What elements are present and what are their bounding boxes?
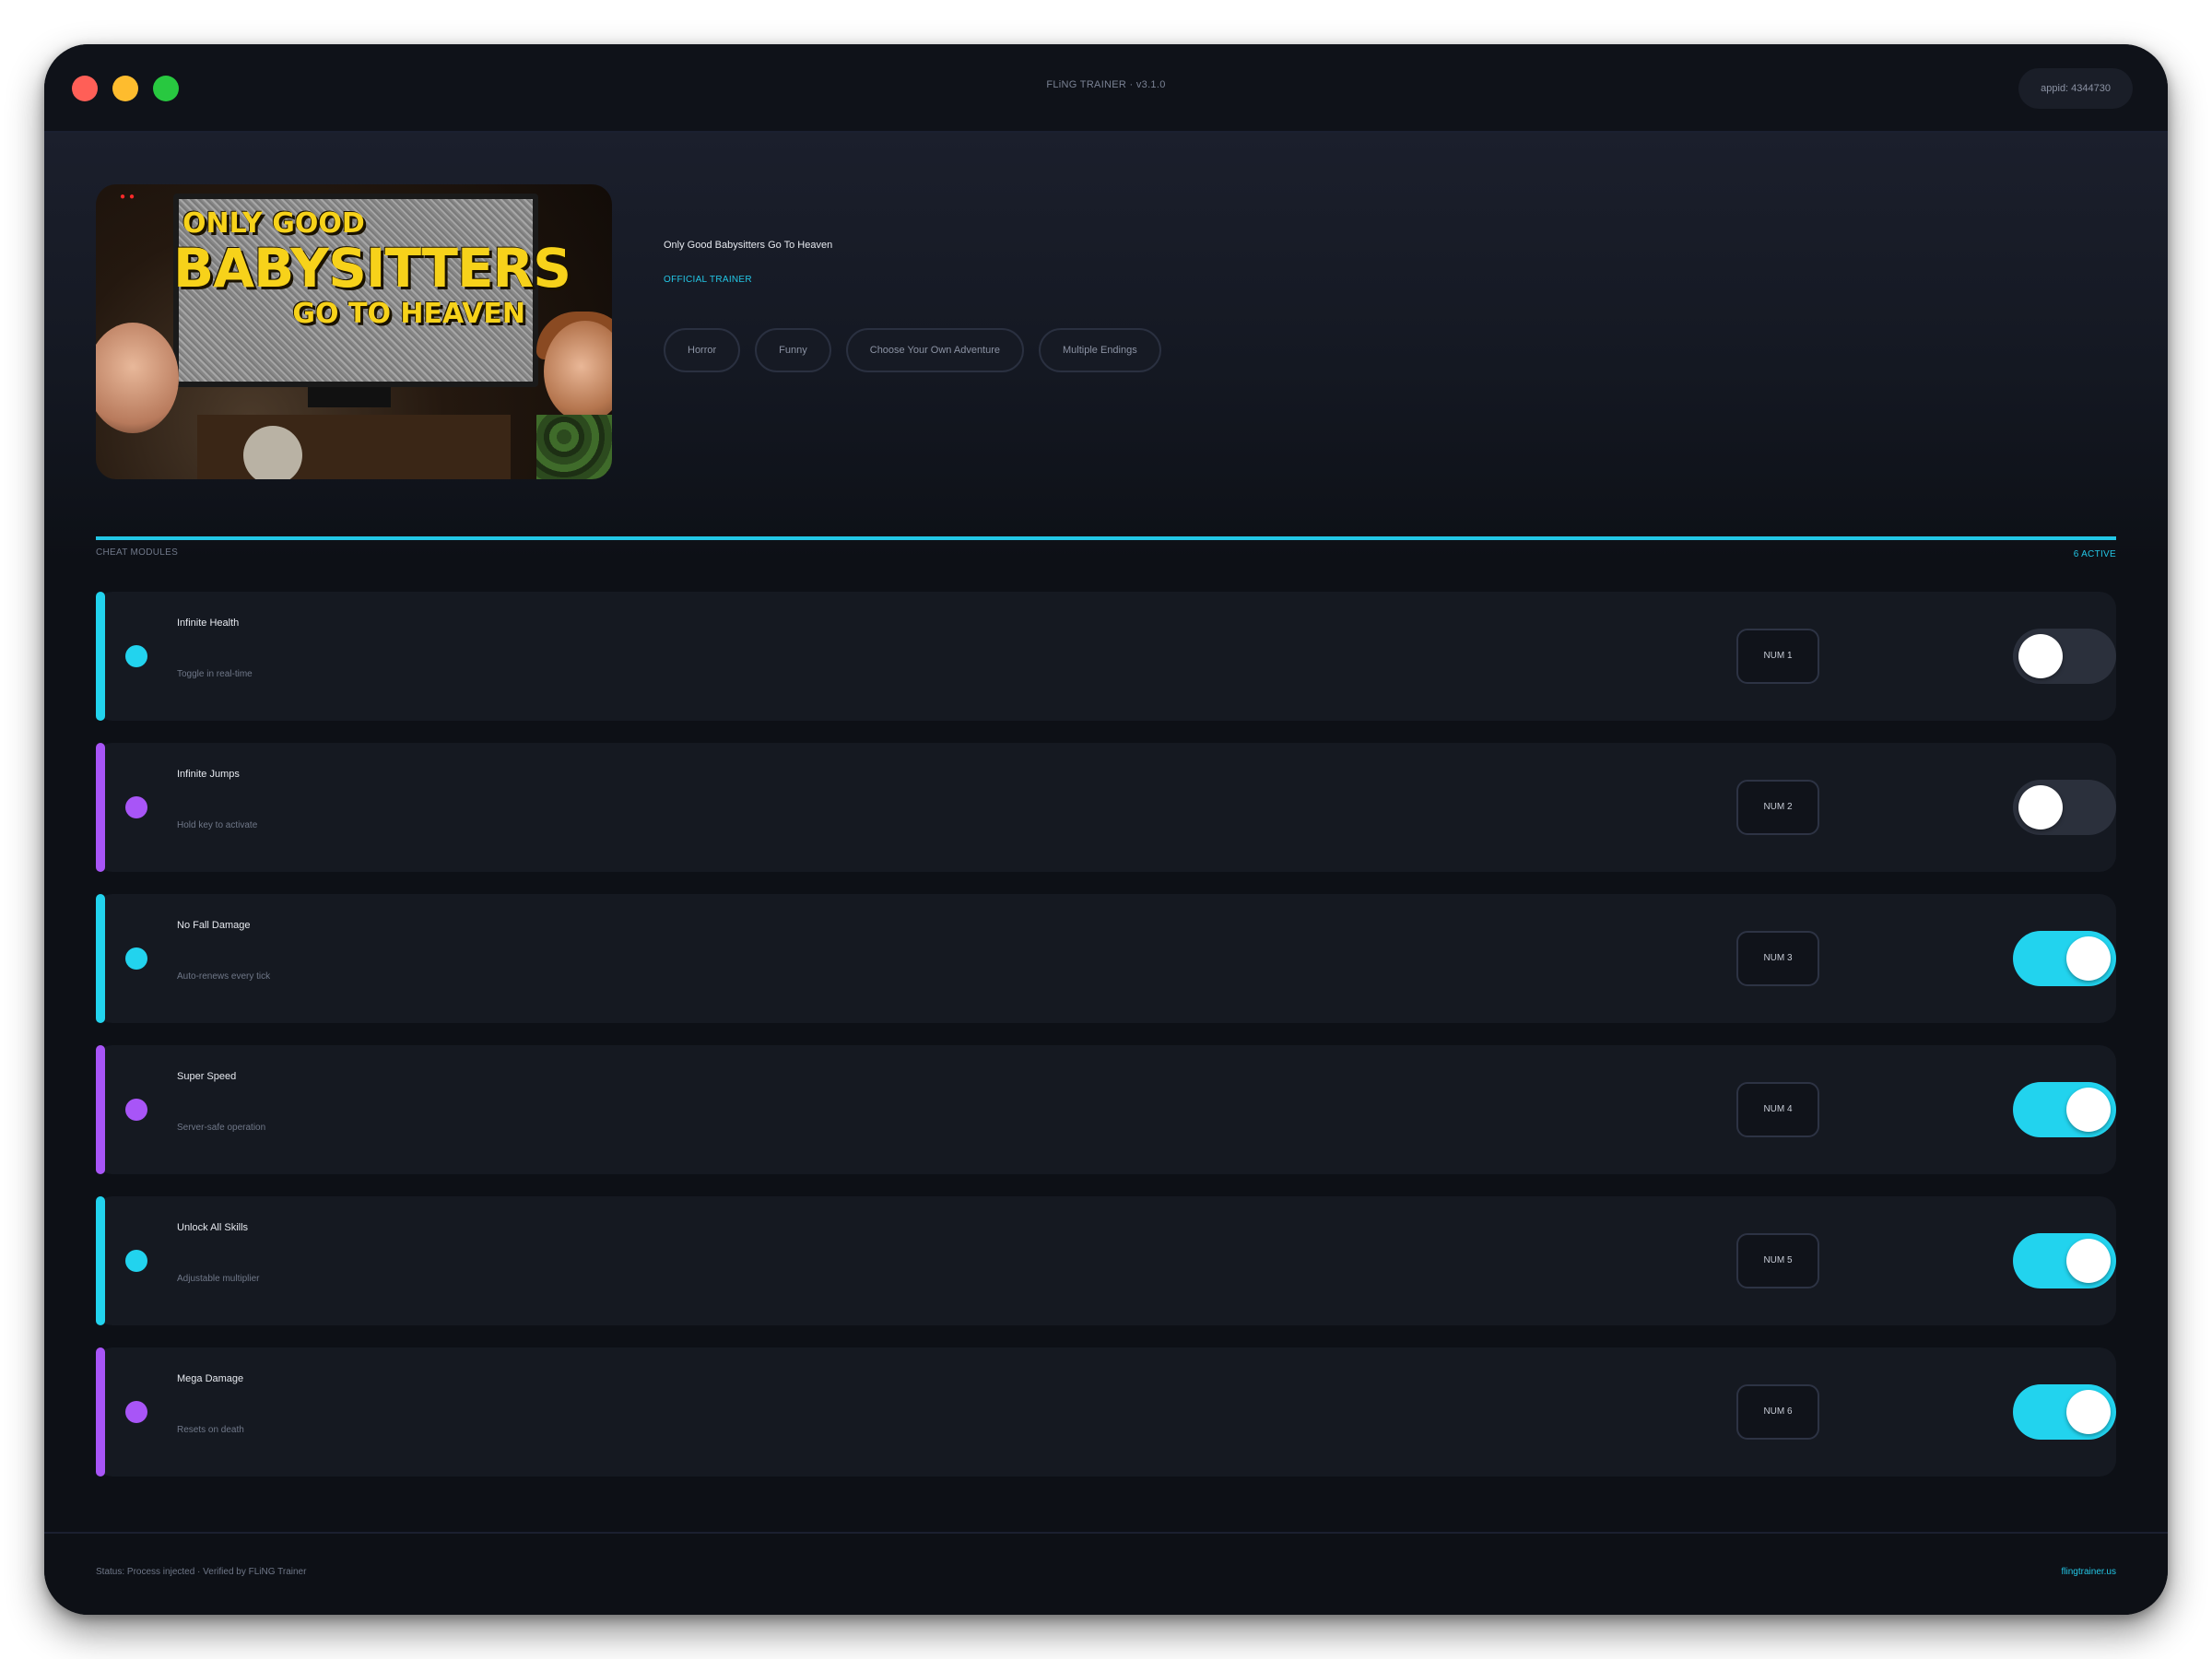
active-count: 6 ACTIVE xyxy=(2073,549,2116,559)
cheat-list: Infinite Health Toggle in real-time NUM … xyxy=(96,592,2116,1499)
cheat-row: Infinite Health Toggle in real-time NUM … xyxy=(96,592,2116,721)
toggle-knob xyxy=(2066,936,2111,981)
hotkey-button[interactable]: NUM 3 xyxy=(1736,931,1819,986)
cheat-name: Unlock All Skills xyxy=(177,1222,249,1233)
cheat-name: Infinite Health xyxy=(177,618,240,629)
cheat-row: Infinite Jumps Hold key to activate NUM … xyxy=(96,743,2116,872)
status-dot xyxy=(125,947,147,970)
cheat-toggle[interactable] xyxy=(2013,1082,2116,1137)
cover-logo-text: ONLY GOOD BABYSITTERS GO TO HEAVEN xyxy=(173,207,571,330)
status-bar: Status: Process injected · Verified by F… xyxy=(44,1532,2168,1615)
toggle-knob xyxy=(2066,1239,2111,1283)
cheat-description: Auto-renews every tick xyxy=(177,971,271,982)
cheat-name: Mega Damage xyxy=(177,1373,244,1384)
cheat-name: Infinite Jumps xyxy=(177,769,240,780)
hotkey-button[interactable]: NUM 5 xyxy=(1736,1233,1819,1288)
game-cover-image: ●● ONLY GOOD BABYSITTERS GO TO HEAVEN xyxy=(96,184,612,479)
official-trainer-label: OFFICIAL TRAINER xyxy=(664,275,752,285)
cheat-description: Toggle in real-time xyxy=(177,669,253,679)
tag-list: Horror Funny Choose Your Own Adventure M… xyxy=(664,328,1161,372)
cheat-name: Super Speed xyxy=(177,1071,237,1082)
hotkey-button[interactable]: NUM 6 xyxy=(1736,1384,1819,1440)
cheat-description: Resets on death xyxy=(177,1425,244,1435)
accent-bar xyxy=(96,894,105,1023)
window-title: FLiNG TRAINER · v3.1.0 xyxy=(1046,79,1166,90)
section-divider xyxy=(96,536,2116,540)
cheat-row: Unlock All Skills Adjustable multiplier … xyxy=(96,1196,2116,1325)
app-window: FLiNG TRAINER · v3.1.0 appid: 4344730 ●●… xyxy=(44,44,2168,1615)
status-dot xyxy=(125,796,147,818)
toggle-knob xyxy=(2066,1390,2111,1434)
cheat-toggle[interactable] xyxy=(2013,1384,2116,1440)
status-dot xyxy=(125,645,147,667)
cheat-toggle[interactable] xyxy=(2013,1233,2116,1288)
cheat-toggle[interactable] xyxy=(2013,931,2116,986)
cheat-row: No Fall Damage Auto-renews every tick NU… xyxy=(96,894,2116,1023)
title-bar: FLiNG TRAINER · v3.1.0 appid: 4344730 xyxy=(44,44,2168,133)
accent-bar xyxy=(96,1196,105,1325)
status-text: Status: Process injected · Verified by F… xyxy=(96,1567,307,1577)
section-title: CHEAT MODULES xyxy=(96,547,179,558)
tag-chip[interactable]: Funny xyxy=(755,328,831,372)
game-header: ●● ONLY GOOD BABYSITTERS GO TO HEAVEN On… xyxy=(44,133,2168,562)
hotkey-button[interactable]: NUM 4 xyxy=(1736,1082,1819,1137)
hotkey-button[interactable]: NUM 1 xyxy=(1736,629,1819,684)
game-title: Only Good Babysitters Go To Heaven xyxy=(664,240,833,251)
status-dot xyxy=(125,1099,147,1121)
accent-bar xyxy=(96,1347,105,1477)
appid-badge: appid: 4344730 xyxy=(2018,68,2133,109)
toggle-knob xyxy=(2018,785,2063,830)
status-dot xyxy=(125,1401,147,1423)
status-dot xyxy=(125,1250,147,1272)
cheat-row: Mega Damage Resets on death NUM 6 xyxy=(96,1347,2116,1477)
tag-chip[interactable]: Horror xyxy=(664,328,741,372)
accent-bar xyxy=(96,592,105,721)
cheat-description: Adjustable multiplier xyxy=(177,1274,260,1284)
tag-chip[interactable]: Multiple Endings xyxy=(1039,328,1161,372)
cheat-row: Super Speed Server-safe operation NUM 4 xyxy=(96,1045,2116,1174)
tag-chip[interactable]: Choose Your Own Adventure xyxy=(845,328,1025,372)
website-link[interactable]: flingtrainer.us xyxy=(2062,1567,2116,1577)
hotkey-button[interactable]: NUM 2 xyxy=(1736,780,1819,835)
toggle-knob xyxy=(2066,1088,2111,1132)
cheat-toggle[interactable] xyxy=(2013,629,2116,684)
cheat-description: Hold key to activate xyxy=(177,820,258,830)
toggle-knob xyxy=(2018,634,2063,678)
accent-bar xyxy=(96,743,105,872)
cheat-description: Server-safe operation xyxy=(177,1123,266,1133)
cheat-name: No Fall Damage xyxy=(177,920,251,931)
accent-bar xyxy=(96,1045,105,1174)
cheat-toggle[interactable] xyxy=(2013,780,2116,835)
